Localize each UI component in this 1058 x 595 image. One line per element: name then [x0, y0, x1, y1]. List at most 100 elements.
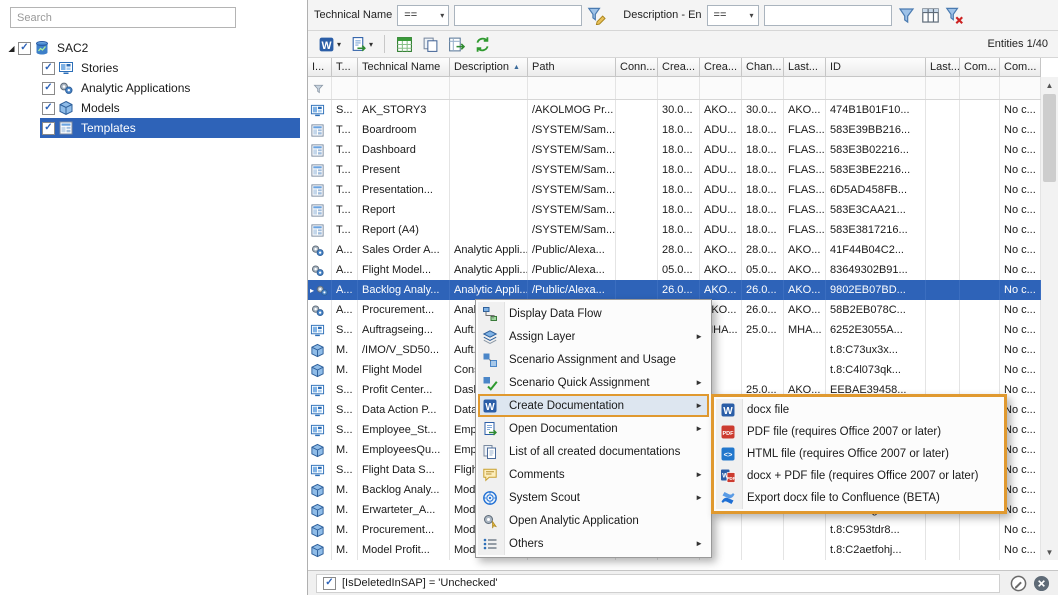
filter-active-checkbox[interactable]: ✓ — [323, 577, 336, 590]
context-menu: Display Data FlowAssign Layer►Scenario A… — [475, 299, 712, 558]
scroll-down-button[interactable]: ▼ — [1041, 544, 1058, 560]
list-documentations-icon — [482, 444, 498, 460]
clear-filter-button[interactable] — [1033, 575, 1050, 592]
operator-select-description-en[interactable]: ==▾ — [707, 5, 759, 26]
story-icon — [310, 323, 325, 338]
filter-edit-icon[interactable] — [587, 6, 606, 25]
operator-select-technical-name[interactable]: ==▾ — [397, 5, 449, 26]
column-header-t[interactable]: T... — [332, 58, 358, 76]
menu-item-docx-file[interactable]: Wdocx file — [716, 399, 1002, 421]
column-header-com[interactable]: Com... — [1000, 58, 1041, 76]
tree-node-analytic-applications[interactable]: ✓Analytic Applications — [40, 78, 300, 98]
menu-item-scenario-quick-assignment[interactable]: Scenario Quick Assignment► — [478, 371, 709, 394]
filter-input-description-en[interactable] — [764, 5, 892, 26]
menu-item-export-docx-file-to-confluence-beta[interactable]: Export docx file to Confluence (BETA) — [716, 487, 1002, 509]
grid-row[interactable]: T...Present/SYSTEM/Sam...18.0...ADU...18… — [308, 160, 1041, 180]
model-icon — [58, 100, 74, 116]
submenu-arrow-icon: ► — [689, 332, 703, 341]
story-icon — [58, 60, 74, 76]
data-flow-icon — [482, 306, 498, 322]
tree-node-stories[interactable]: ✓ Stories — [40, 58, 300, 78]
comments-icon — [482, 467, 498, 483]
chevron-down-icon: ▾ — [369, 40, 373, 49]
column-header-description[interactable]: Description▲ — [450, 58, 528, 76]
assign-layer-icon — [482, 329, 498, 345]
menu-item-label: List of all created documentations — [509, 446, 680, 458]
menu-item-open-documentation[interactable]: Open Documentation► — [478, 417, 709, 440]
status-bar: ✓ [IsDeletedInSAP] = 'Unchecked' — [308, 570, 1058, 595]
system-tree: ◢✓SAC2✓Stories✓Analytic Applications✓Mod… — [0, 38, 300, 138]
grid-row[interactable]: A...Sales Order A...Analytic Appli.../Pu… — [308, 240, 1041, 260]
story-icon — [310, 463, 325, 478]
column-header-technical-name[interactable]: Technical Name — [358, 58, 450, 76]
column-header-last[interactable]: Last... — [926, 58, 960, 76]
menu-item-display-data-flow[interactable]: Display Data Flow — [478, 302, 709, 325]
menu-item-open-analytic-application[interactable]: Open Analytic Application — [478, 509, 709, 532]
menu-item-pdf-file-requires-office-2007-or-later[interactable]: PDFPDF file (requires Office 2007 or lat… — [716, 421, 1002, 443]
grid-header-row: I...T...Technical NameDescription▲PathCo… — [308, 58, 1041, 77]
checkbox[interactable]: ✓ — [18, 42, 31, 55]
svg-text:<>: <> — [724, 450, 733, 459]
expander-icon[interactable]: ◢ — [5, 44, 18, 53]
grid-row[interactable]: T...Dashboard/SYSTEM/Sam...18.0...ADU...… — [308, 140, 1041, 160]
grid-row[interactable]: T...Report (A4)/SYSTEM/Sam...18.0...ADU.… — [308, 220, 1041, 240]
grid-row[interactable]: T...Presentation.../SYSTEM/Sam...18.0...… — [308, 180, 1041, 200]
tree-label: Templates — [77, 119, 140, 137]
grid-row[interactable]: S...AK_STORY3/AKOLMOG Pr...30.0...AKO...… — [308, 100, 1041, 120]
column-header-path[interactable]: Path — [528, 58, 616, 76]
tree-label: Stories — [77, 59, 122, 77]
column-header-com[interactable]: Com... — [960, 58, 1000, 76]
submenu-arrow-icon: ► — [689, 539, 703, 548]
column-header-last[interactable]: Last... — [784, 58, 826, 76]
menu-item-docx-pdf-file-requires-office-2007-or-later[interactable]: WPDFdocx + PDF file (requires Office 200… — [716, 465, 1002, 487]
menu-item-label: Others — [509, 538, 544, 550]
copy-grid-button[interactable] — [418, 33, 443, 55]
column-header-chan[interactable]: Chan... — [742, 58, 784, 76]
export-grid-button[interactable] — [444, 33, 469, 55]
column-header-crea[interactable]: Crea... — [658, 58, 700, 76]
checkbox[interactable]: ✓ — [42, 102, 55, 115]
grid-row[interactable]: A...Flight Model...Analytic Appli.../Pub… — [308, 260, 1041, 280]
open-documentation-button[interactable]: ▾ — [346, 33, 377, 55]
scroll-thumb[interactable] — [1043, 94, 1056, 182]
menu-item-system-scout[interactable]: System Scout► — [478, 486, 709, 509]
column-header-i[interactable]: I... — [308, 58, 332, 76]
checkbox[interactable]: ✓ — [42, 62, 55, 75]
create-documentation-icon: W — [482, 398, 498, 414]
column-chooser-icon[interactable] — [921, 6, 940, 25]
open-app-icon — [482, 513, 498, 529]
create-documentation-button[interactable]: W▾ — [314, 33, 345, 55]
clear-filter-icon[interactable] — [945, 6, 964, 25]
tree-node-models[interactable]: ✓Models — [40, 98, 300, 118]
submenu-arrow-icon: ► — [689, 470, 703, 479]
checkbox[interactable]: ✓ — [42, 122, 55, 135]
filter-icon[interactable] — [897, 6, 916, 25]
menu-item-list-of-all-created-documentations[interactable]: List of all created documentations — [478, 440, 709, 463]
filter-input-technical-name[interactable] — [454, 5, 582, 26]
vertical-scrollbar[interactable]: ▲ ▼ — [1041, 77, 1058, 560]
chevron-down-icon: ▾ — [337, 40, 341, 49]
tree-node-sac2[interactable]: ◢✓SAC2 — [0, 38, 300, 58]
checkbox[interactable]: ✓ — [42, 82, 55, 95]
export-excel-button[interactable] — [392, 33, 417, 55]
filter-row[interactable] — [308, 77, 1041, 100]
menu-item-assign-layer[interactable]: Assign Layer► — [478, 325, 709, 348]
tree-node-templates[interactable]: ✓ Templates — [40, 118, 300, 138]
grid-row[interactable]: ▸A...Backlog Analy...Analytic Appli.../P… — [308, 280, 1041, 300]
refresh-button[interactable] — [470, 33, 495, 55]
focused-row-marker: ▸ — [310, 286, 314, 295]
column-header-id[interactable]: ID — [826, 58, 926, 76]
menu-item-create-documentation[interactable]: WCreate Documentation► — [478, 394, 709, 417]
menu-item-scenario-assignment-and-usage[interactable]: Scenario Assignment and Usage — [478, 348, 709, 371]
menu-item-others[interactable]: Others ► — [478, 532, 709, 555]
scroll-up-button[interactable]: ▲ — [1041, 77, 1058, 93]
column-header-conn[interactable]: Conn... — [616, 58, 658, 76]
menu-item-comments[interactable]: Comments► — [478, 463, 709, 486]
html-icon: <> — [720, 446, 736, 462]
edit-filter-button[interactable] — [1010, 575, 1027, 592]
column-header-crea[interactable]: Crea... — [700, 58, 742, 76]
grid-row[interactable]: T...Boardroom/SYSTEM/Sam...18.0...ADU...… — [308, 120, 1041, 140]
menu-item-html-file-requires-office-2007-or-later[interactable]: <>HTML file (requires Office 2007 or lat… — [716, 443, 1002, 465]
search-input[interactable] — [10, 7, 236, 28]
grid-row[interactable]: T...Report/SYSTEM/Sam...18.0...ADU...18.… — [308, 200, 1041, 220]
